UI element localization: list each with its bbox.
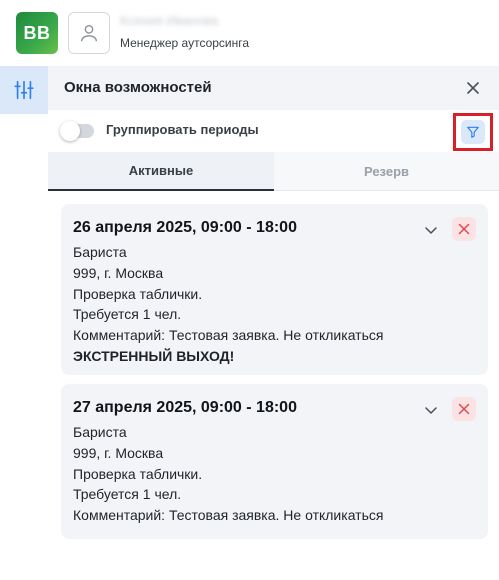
user-name: Ксения Иванова xyxy=(120,13,219,28)
group-periods-toggle[interactable] xyxy=(60,121,94,141)
delete-button[interactable] xyxy=(452,397,476,421)
card-description: Проверка таблички. xyxy=(73,285,203,302)
card-title: 26 апреля 2025, 09:00 - 18:00 xyxy=(73,219,297,236)
opportunity-windows-panel: Окна возможностей Группировать периоды А… xyxy=(48,66,499,580)
expand-button[interactable] xyxy=(422,221,440,239)
filter-icon xyxy=(467,126,479,138)
user-icon xyxy=(80,24,98,42)
card-role: Бариста xyxy=(73,244,127,260)
filter-button[interactable] xyxy=(461,120,485,144)
card-comment: Комментарий: Тестовая заявка. Не отклика… xyxy=(73,507,384,524)
opportunity-list: 26 апреля 2025, 09:00 - 18:00 Бариста 99… xyxy=(48,191,499,580)
sliders-icon xyxy=(14,80,34,100)
tab-active[interactable]: Активные xyxy=(48,152,274,191)
panel-title: Окна возможностей xyxy=(64,79,212,96)
card-required: Требуется 1 чел. xyxy=(73,486,182,503)
close-icon xyxy=(467,82,479,94)
delete-x-icon xyxy=(458,223,470,235)
user-role: Менеджер аутсорсинга xyxy=(120,36,250,50)
delete-x-icon xyxy=(458,403,470,415)
card-title: 27 апреля 2025, 09:00 - 18:00 xyxy=(73,399,297,416)
chevron-down-icon xyxy=(425,227,437,234)
card-address: 999, г. Москва xyxy=(73,444,164,461)
opportunity-card[interactable]: 27 апреля 2025, 09:00 - 18:00 Бариста 99… xyxy=(61,384,488,539)
app-header: BB Ксения Иванова Менеджер аутсорсинга xyxy=(0,0,499,66)
user-avatar[interactable] xyxy=(68,12,110,54)
filters-rail-button[interactable] xyxy=(0,66,48,114)
delete-button[interactable] xyxy=(452,217,476,241)
tab-reserve[interactable]: Резерв xyxy=(274,152,499,191)
group-periods-row: Группировать периоды xyxy=(48,110,499,152)
toggle-knob xyxy=(60,121,80,141)
expand-button[interactable] xyxy=(422,401,440,419)
left-rail xyxy=(0,66,48,580)
card-note: ЭКСТРЕННЫЙ ВЫХОД! xyxy=(73,347,235,364)
card-description: Проверка таблички. xyxy=(73,465,203,482)
card-comment: Комментарий: Тестовая заявка. Не отклика… xyxy=(73,327,384,344)
filter-highlight-frame xyxy=(453,113,493,151)
card-role: Бариста xyxy=(73,424,127,440)
panel-header: Окна возможностей xyxy=(48,66,499,110)
tabs: Активные Резерв xyxy=(48,152,499,191)
group-periods-label: Группировать периоды xyxy=(106,122,259,137)
opportunity-card[interactable]: 26 апреля 2025, 09:00 - 18:00 Бариста 99… xyxy=(61,204,488,375)
card-required: Требуется 1 чел. xyxy=(73,306,182,323)
chevron-down-icon xyxy=(425,407,437,414)
company-logo[interactable]: BB xyxy=(16,12,58,54)
card-address: 999, г. Москва xyxy=(73,264,164,281)
panel-close-button[interactable] xyxy=(463,78,483,98)
